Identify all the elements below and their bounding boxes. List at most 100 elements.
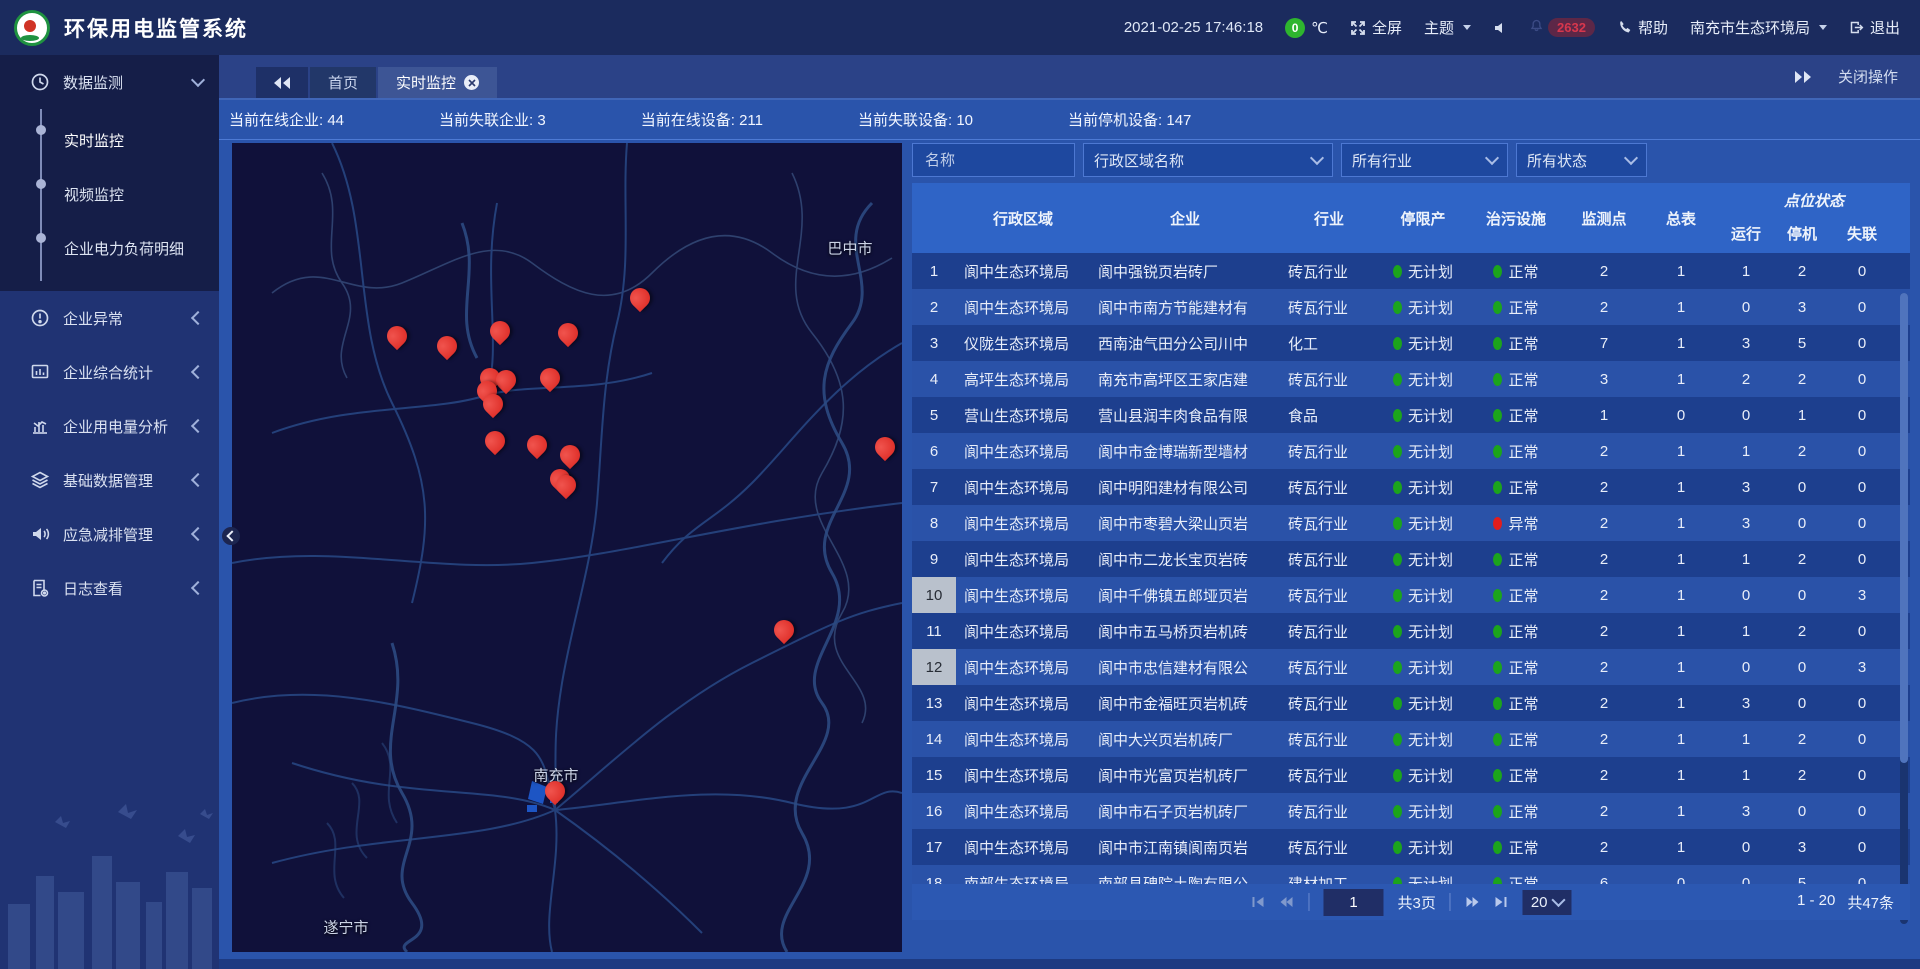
chevron-down-icon bbox=[1819, 25, 1827, 30]
table-row[interactable]: 18南部生态环境局南部县碑院土陶有限公建材加工无计划正常60050 bbox=[912, 865, 1910, 884]
status-dot-icon bbox=[1493, 337, 1502, 350]
status-dot-icon bbox=[1393, 769, 1402, 782]
table-row[interactable]: 11阆中生态环境局阆中市五马桥页岩机砖砖瓦行业无计划正常21120 bbox=[912, 613, 1910, 649]
cell-monitor-count: 2 bbox=[1564, 541, 1644, 577]
help-button[interactable]: 帮助 bbox=[1617, 17, 1668, 38]
menu-section: 应急减排管理 bbox=[0, 507, 219, 561]
cell-lost-count: 3 bbox=[1830, 577, 1910, 613]
scrollbar-thumb[interactable] bbox=[1900, 293, 1908, 763]
cell-lost-count: 0 bbox=[1830, 361, 1910, 397]
map-roads bbox=[232, 143, 902, 952]
notification-widget[interactable]: 2632 bbox=[1529, 18, 1595, 37]
table-row[interactable]: 7阆中生态环境局阆中明阳建材有限公司砖瓦行业无计划正常21300 bbox=[912, 469, 1910, 505]
cell-monitor-count: 2 bbox=[1564, 505, 1644, 541]
col-group-point-status: 点位状态 bbox=[1718, 183, 1910, 213]
industry-select[interactable]: 所有行业 bbox=[1341, 143, 1508, 177]
cell-halt-count: 0 bbox=[1774, 685, 1830, 721]
table-row[interactable]: 4高坪生态环境局南充市高坪区王家店建砖瓦行业无计划正常31220 bbox=[912, 361, 1910, 397]
row-index: 11 bbox=[912, 613, 956, 649]
cell-industry: 砖瓦行业 bbox=[1280, 469, 1378, 505]
cell-run-count: 3 bbox=[1718, 505, 1774, 541]
logout-button[interactable]: 退出 bbox=[1849, 17, 1900, 38]
stop-status-label: 无计划 bbox=[1408, 369, 1453, 390]
org-dropdown[interactable]: 南充市生态环境局 bbox=[1690, 17, 1827, 38]
table-row[interactable]: 3仪陇生态环境局西南油气田分公司川中化工无计划正常71350 bbox=[912, 325, 1910, 361]
next-page-button[interactable] bbox=[1465, 895, 1481, 909]
table-row[interactable]: 10阆中生态环境局阆中千佛镇五郎垭页岩砖瓦行业无计划正常21003 bbox=[912, 577, 1910, 613]
stop-status-label: 无计划 bbox=[1408, 873, 1453, 885]
sidebar-item[interactable]: 数据监测 bbox=[0, 55, 219, 109]
table-row[interactable]: 17阆中生态环境局阆中市江南镇阆南页岩砖瓦行业无计划正常21030 bbox=[912, 829, 1910, 865]
chevron-left-icon bbox=[191, 581, 205, 595]
cell-total-meter: 1 bbox=[1644, 757, 1718, 793]
cell-run-count: 0 bbox=[1718, 649, 1774, 685]
cell-run-count: 0 bbox=[1718, 397, 1774, 433]
table-row[interactable]: 15阆中生态环境局阆中市光富页岩机砖厂砖瓦行业无计划正常21120 bbox=[912, 757, 1910, 793]
status-dot-icon bbox=[1393, 841, 1402, 854]
fullscreen-button[interactable]: 全屏 bbox=[1350, 17, 1402, 38]
table-row[interactable]: 6阆中生态环境局阆中市金博瑞新型墙材砖瓦行业无计划正常21120 bbox=[912, 433, 1910, 469]
page-number-input[interactable] bbox=[1323, 889, 1383, 916]
status-select[interactable]: 所有状态 bbox=[1516, 143, 1647, 177]
region-select-value: 行政区域名称 bbox=[1094, 150, 1184, 171]
table-row[interactable]: 2阆中生态环境局阆中市南方节能建材有砖瓦行业无计划正常21030 bbox=[912, 289, 1910, 325]
table-row[interactable]: 9阆中生态环境局阆中市二龙长宝页岩砖砖瓦行业无计划正常21120 bbox=[912, 541, 1910, 577]
sidebar-item[interactable]: 企业异常 bbox=[0, 291, 219, 345]
page-size-select[interactable]: 20 bbox=[1523, 890, 1572, 915]
sidebar-item[interactable]: 企业综合统计 bbox=[0, 345, 219, 399]
name-search-input-box bbox=[912, 143, 1075, 177]
theme-dropdown[interactable]: 主题 bbox=[1424, 17, 1471, 38]
tab-home[interactable]: 首页 bbox=[310, 67, 376, 98]
chevron-left-icon bbox=[191, 311, 205, 325]
facility-status-label: 正常 bbox=[1508, 621, 1538, 642]
table-row[interactable]: 14阆中生态环境局阆中大兴页岩机砖厂砖瓦行业无计划正常21120 bbox=[912, 721, 1910, 757]
cell-total-meter: 1 bbox=[1644, 685, 1718, 721]
table-row[interactable]: 13阆中生态环境局阆中市金福旺页岩机砖砖瓦行业无计划正常21300 bbox=[912, 685, 1910, 721]
sidebar-subitem[interactable]: 实时监控 bbox=[42, 113, 219, 167]
table-row[interactable]: 16阆中生态环境局阆中市石子页岩机砖厂砖瓦行业无计划正常21300 bbox=[912, 793, 1910, 829]
tabs-scroll-left-button[interactable] bbox=[256, 67, 308, 98]
facility-status-label: 正常 bbox=[1508, 549, 1538, 570]
cell-monitor-count: 2 bbox=[1564, 757, 1644, 793]
sidebar-item[interactable]: 基础数据管理 bbox=[0, 453, 219, 507]
sidebar-item-label: 应急减排管理 bbox=[63, 524, 193, 545]
region-select[interactable]: 行政区域名称 bbox=[1083, 143, 1333, 177]
last-page-button[interactable] bbox=[1495, 895, 1509, 909]
tab-close-icon[interactable] bbox=[464, 75, 479, 90]
table-row[interactable]: 12阆中生态环境局阆中市忠信建材有限公砖瓦行业无计划正常21003 bbox=[912, 649, 1910, 685]
log-icon bbox=[30, 578, 50, 598]
sidebar-item[interactable]: 日志查看 bbox=[0, 561, 219, 615]
chart-icon bbox=[30, 416, 50, 436]
cell-facility-status: 异常 bbox=[1468, 505, 1564, 541]
sidebar-subitem[interactable]: 企业电力负荷明细 bbox=[42, 221, 219, 275]
sidebar-subitem[interactable]: 视频监控 bbox=[42, 167, 219, 221]
status-dot-icon bbox=[1493, 769, 1502, 782]
tab-realtime-monitor[interactable]: 实时监控 bbox=[378, 67, 497, 98]
table-row[interactable]: 1阆中生态环境局阆中强锐页岩砖厂砖瓦行业无计划正常21120 bbox=[912, 253, 1910, 289]
sidebar-collapse-button[interactable] bbox=[222, 527, 240, 545]
sidebar-item[interactable]: 应急减排管理 bbox=[0, 507, 219, 561]
map-view[interactable]: 巴中市南充市遂宁市 bbox=[232, 143, 902, 952]
status-dot-icon bbox=[1393, 697, 1402, 710]
cell-region: 南部生态环境局 bbox=[956, 865, 1090, 884]
cell-halt-count: 5 bbox=[1774, 325, 1830, 361]
table-scrollbar[interactable] bbox=[1900, 293, 1908, 924]
sidebar-item-label: 基础数据管理 bbox=[63, 470, 193, 491]
cell-region: 阆中生态环境局 bbox=[956, 829, 1090, 865]
sidebar-item[interactable]: 企业用电量分析 bbox=[0, 399, 219, 453]
row-index: 13 bbox=[912, 685, 956, 721]
row-index: 12 bbox=[912, 649, 956, 685]
prev-page-button[interactable] bbox=[1278, 895, 1294, 909]
name-search-input[interactable] bbox=[923, 151, 1064, 170]
table-row[interactable]: 5营山生态环境局营山县润丰肉食品有限食品无计划正常10010 bbox=[912, 397, 1910, 433]
chevron-down-icon bbox=[191, 73, 205, 87]
table-row[interactable]: 8阆中生态环境局阆中市枣碧大梁山页岩砖瓦行业无计划异常21300 bbox=[912, 505, 1910, 541]
tabs-scroll-right-button[interactable] bbox=[1794, 71, 1812, 83]
cell-region: 阆中生态环境局 bbox=[956, 793, 1090, 829]
bell-icon bbox=[1529, 18, 1544, 37]
stop-status-label: 无计划 bbox=[1408, 657, 1453, 678]
first-page-button[interactable] bbox=[1250, 895, 1264, 909]
sound-mute-button[interactable] bbox=[1493, 21, 1507, 35]
close-operations-button[interactable]: 关闭操作 bbox=[1838, 66, 1898, 87]
fullscreen-label: 全屏 bbox=[1372, 17, 1402, 38]
